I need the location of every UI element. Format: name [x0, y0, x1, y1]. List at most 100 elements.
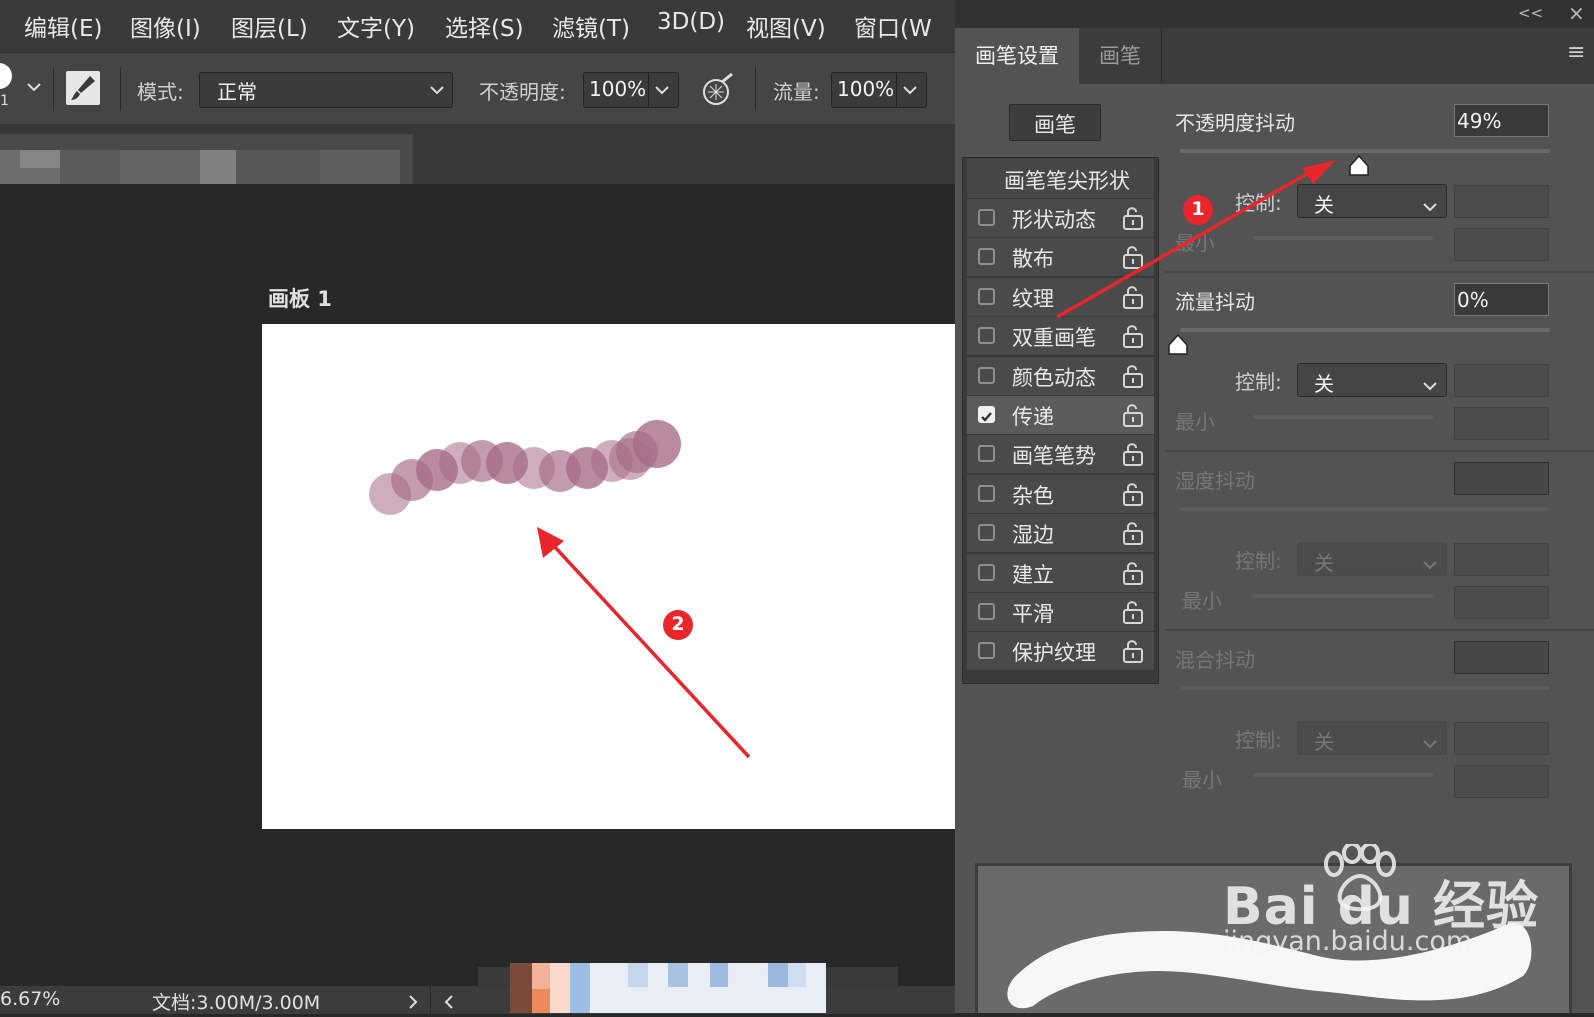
minimum-value-field	[1454, 765, 1549, 798]
minimum-label: 最小	[1175, 231, 1215, 255]
option-checkbox[interactable]	[978, 366, 995, 384]
brush-option-row[interactable]: 纹理	[967, 277, 1154, 316]
brushes-button-label: 画笔	[1034, 113, 1076, 137]
control-dropdown: 关	[1297, 542, 1447, 576]
lock-icon[interactable]	[1122, 442, 1144, 467]
menu-layer[interactable]: 图层(L)	[231, 9, 308, 43]
flow-field[interactable]: 100%	[831, 72, 927, 108]
slider-handle[interactable]	[1166, 333, 1190, 361]
brush-option-row[interactable]: 杂色	[967, 474, 1154, 513]
lock-icon[interactable]	[1122, 245, 1144, 270]
menu-select[interactable]: 选择(S)	[445, 9, 524, 43]
lock-icon[interactable]	[1122, 561, 1144, 585]
menu-3d[interactable]: 3D(D)	[657, 9, 725, 35]
option-checkbox[interactable]	[978, 406, 995, 423]
menu-type[interactable]: 文字(Y)	[337, 9, 415, 43]
jitter-value: 0%	[1457, 288, 1489, 312]
chevron-left-icon[interactable]	[444, 994, 454, 1010]
option-checkbox[interactable]	[978, 484, 995, 502]
brush-option-row[interactable]: 湿边	[967, 514, 1154, 553]
lock-icon[interactable]	[1122, 324, 1144, 349]
lock-icon[interactable]	[1122, 521, 1144, 546]
brush-option-row[interactable]: 传递	[967, 396, 1154, 434]
lock-icon[interactable]	[1122, 364, 1144, 388]
menu-view[interactable]: 视图(V)	[746, 9, 826, 43]
option-checkbox[interactable]	[978, 642, 995, 660]
tab-brushes[interactable]: 画笔	[1079, 28, 1162, 84]
chevron-right-icon[interactable]	[408, 994, 418, 1010]
collapse-panel-button[interactable]: <<	[1518, 4, 1543, 22]
menu-window[interactable]: 窗口(W	[854, 9, 932, 43]
opacity-label: 不透明度:	[479, 80, 566, 104]
pixelated-region	[478, 963, 898, 1013]
divider	[120, 67, 121, 111]
lock-icon[interactable]	[1122, 600, 1144, 624]
option-label: 保护纹理	[1012, 641, 1096, 666]
jitter-value-field[interactable]	[1454, 462, 1549, 495]
brush-option-row[interactable]: 画笔笔势	[967, 435, 1154, 474]
option-label: 建立	[1012, 562, 1054, 587]
option-checkbox[interactable]	[978, 327, 995, 345]
lock-icon[interactable]	[1122, 403, 1144, 427]
brushes-button[interactable]: 画笔	[1009, 104, 1101, 141]
jitter-value-field[interactable]: 49%	[1454, 104, 1549, 137]
chevron-down-icon[interactable]	[655, 85, 669, 95]
lock-icon[interactable]	[1122, 206, 1144, 230]
document-tab[interactable]	[0, 134, 413, 186]
option-checkbox[interactable]	[978, 524, 995, 542]
jitter-slider-track[interactable]	[1180, 149, 1550, 153]
option-checkbox[interactable]	[978, 603, 995, 620]
option-label: 杂色	[1012, 483, 1054, 508]
option-checkbox[interactable]	[978, 209, 995, 226]
menu-edit[interactable]: 编辑(E)	[24, 9, 102, 43]
opacity-field[interactable]: 100%	[583, 72, 679, 108]
chevron-down-icon[interactable]	[903, 85, 917, 95]
artboard[interactable]	[262, 324, 955, 829]
jitter-value-field[interactable]: 0%	[1454, 283, 1549, 316]
list-item-brush-tip-shape[interactable]: 画笔笔尖形状	[967, 159, 1154, 198]
brush-option-row[interactable]: 散布	[967, 238, 1154, 277]
section-title: 流量抖动	[1175, 290, 1255, 314]
brush-option-row[interactable]: 保护纹理	[967, 632, 1154, 671]
option-label: 散布	[1012, 247, 1054, 272]
jitter-slider-track[interactable]	[1180, 328, 1550, 332]
option-checkbox[interactable]	[978, 563, 995, 581]
brush-option-row[interactable]: 建立	[967, 553, 1154, 592]
panel-menu-icon[interactable]: ≡	[1567, 40, 1585, 65]
close-panel-button[interactable]: ×	[1568, 1, 1585, 25]
option-checkbox[interactable]	[978, 287, 995, 305]
slider-handle[interactable]	[1347, 154, 1371, 182]
option-label: 湿边	[1012, 523, 1054, 548]
artboard-label: 画板 1	[268, 287, 332, 311]
option-label: 平滑	[1012, 602, 1054, 626]
brush-icon	[71, 76, 95, 100]
divider	[53, 67, 54, 111]
option-checkbox[interactable]	[978, 445, 995, 463]
menu-filter[interactable]: 滤镜(T)	[552, 9, 630, 43]
zoom-level[interactable]: 6.67%	[0, 988, 60, 1010]
brush-option-row[interactable]: 平滑	[967, 593, 1154, 631]
mode-dropdown[interactable]: 正常	[199, 72, 453, 108]
lock-icon[interactable]	[1122, 639, 1144, 664]
control-label: 控制:	[1235, 728, 1282, 752]
section-divider	[1165, 629, 1594, 631]
minimum-label: 最小	[1182, 768, 1222, 792]
control-dropdown[interactable]: 关	[1297, 363, 1447, 397]
jitter-value-field[interactable]	[1454, 641, 1549, 674]
canvas-workspace[interactable]: 画板 1	[0, 184, 955, 985]
brush-option-row[interactable]: 双重画笔	[967, 317, 1154, 356]
airbrush-pressure-icon[interactable]	[700, 72, 736, 108]
opacity-value: 100%	[589, 77, 647, 101]
brush-panel-toggle-button[interactable]	[66, 71, 100, 105]
menu-image[interactable]: 图像(I)	[130, 9, 201, 43]
tab-brush-settings[interactable]: 画笔设置	[955, 28, 1079, 84]
lock-icon[interactable]	[1122, 482, 1144, 506]
brush-option-row[interactable]: 形状动态	[967, 199, 1154, 237]
chevron-down-icon[interactable]	[26, 81, 42, 93]
brush-option-row[interactable]: 颜色动态	[967, 356, 1154, 395]
option-checkbox[interactable]	[978, 248, 995, 266]
brush-preset-preview[interactable]	[0, 63, 12, 89]
lock-icon[interactable]	[1122, 285, 1144, 309]
control-dropdown[interactable]: 关	[1297, 184, 1447, 218]
section-divider	[1165, 271, 1594, 273]
